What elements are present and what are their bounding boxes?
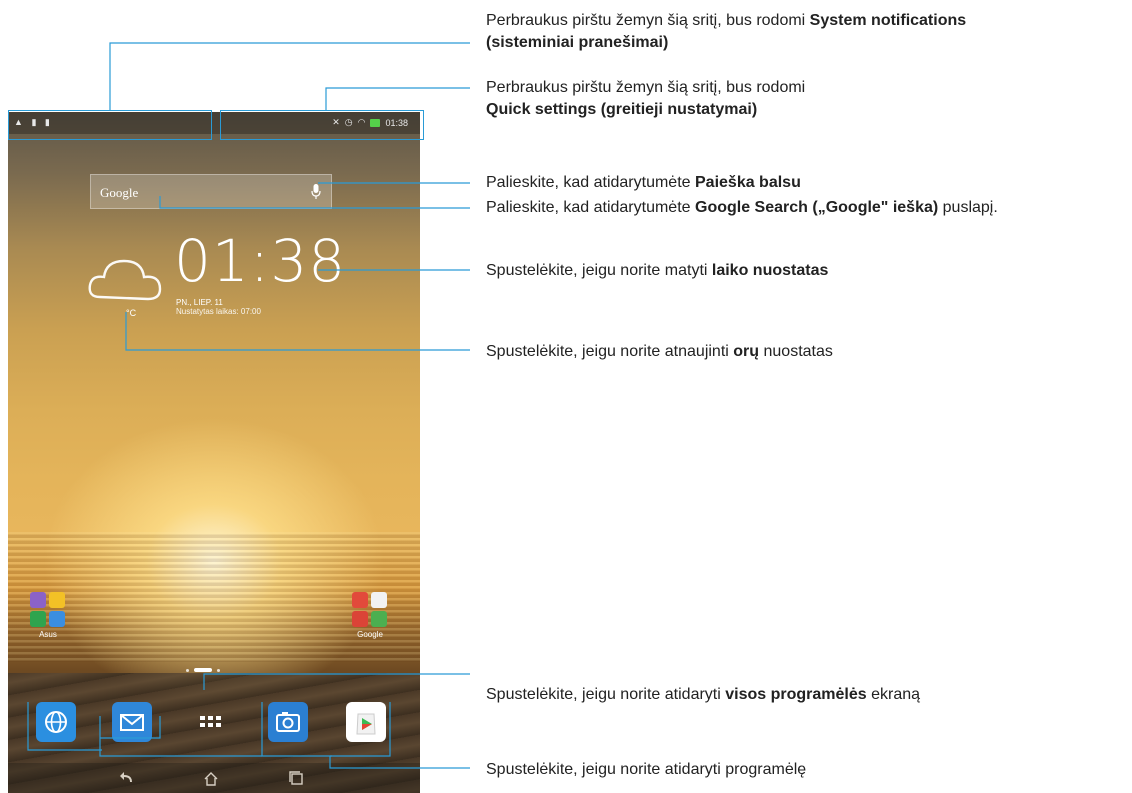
all-apps-note: Spustelėkite, jeigu norite atidaryti vis…: [486, 684, 920, 706]
all-apps-button[interactable]: [190, 702, 230, 742]
note-bold: System notifications: [809, 12, 967, 29]
google-search-bar[interactable]: Google: [90, 174, 332, 209]
note-text: Spustelėkite, jeigu norite atnaujinti: [486, 343, 734, 360]
note-bold: laiko nuostatas: [711, 262, 829, 279]
app-thumb: [371, 611, 387, 627]
camera-app[interactable]: [268, 702, 308, 742]
quick-settings-note: Perbraukus pirštu žemyn šią sritį, bus r…: [486, 77, 805, 121]
globe-icon: [45, 711, 67, 733]
clock-time[interactable]: 01:38: [174, 232, 346, 290]
app-thumb: [49, 592, 65, 608]
open-app-note: Spustelėkite, jeigu norite atidaryti pro…: [486, 759, 806, 781]
note-text: nuostatas: [759, 343, 833, 360]
app-thumb: [352, 592, 368, 608]
note-bold: visos programėlės: [725, 686, 867, 703]
play-store-icon: [356, 713, 376, 735]
app-dock: [30, 702, 390, 748]
home-icon[interactable]: [202, 770, 220, 786]
quick-settings-area-highlight: [220, 110, 424, 140]
app-thumb: [49, 611, 65, 627]
app-thumb: [30, 611, 46, 627]
folder-label: Google: [357, 630, 383, 639]
time-settings-note: Spustelėkite, jeigu norite matyti laiko …: [486, 260, 828, 282]
clock-date: PN., LIEP. 11: [176, 298, 223, 307]
note-text: Palieskite, kad atidarytumėte: [486, 174, 695, 191]
recent-apps-icon[interactable]: [288, 770, 306, 786]
app-thumb: [30, 592, 46, 608]
envelope-icon: [120, 714, 144, 731]
note-text: Spustelėkite, jeigu norite atidaryti: [486, 686, 726, 703]
back-icon[interactable]: [118, 770, 136, 786]
note-text: Palieskite, kad atidarytumėte: [486, 199, 695, 216]
system-notifications-note: Perbraukus pirštu žemyn šią sritį, bus r…: [486, 10, 966, 54]
note-bold: Google Search („Google" ieška): [695, 199, 939, 216]
home-screen: ▲ ▮ ▮ ✕ ◷ ◠ 01:38 Google °C 01:38 PN., L…: [8, 112, 420, 793]
cloud-icon[interactable]: [86, 247, 166, 317]
note-text: puslapį.: [938, 199, 998, 216]
folder-label: Asus: [39, 630, 57, 639]
camera-icon: [276, 712, 300, 732]
clock-alarm: Nustatytas laikas: 07:00: [176, 307, 261, 316]
play-store-app[interactable]: [346, 702, 386, 742]
navigation-bar: [8, 763, 420, 793]
note-bold: orų: [733, 343, 760, 360]
temperature-unit: °C: [126, 308, 137, 318]
note-text: ekraną: [866, 686, 921, 703]
app-thumb: [352, 611, 368, 627]
apps-grid-icon: [200, 716, 221, 727]
microphone-icon[interactable]: [311, 184, 321, 200]
page-indicator: [186, 668, 220, 672]
voice-search-note: Palieskite, kad atidarytumėte Paieška ba…: [486, 172, 801, 194]
notifications-area-highlight: [8, 110, 212, 140]
google-search-note: Palieskite, kad atidarytumėte Google Sea…: [486, 197, 998, 219]
email-app[interactable]: [112, 702, 152, 742]
note-text: Spustelėkite, jeigu norite atidaryti pro…: [486, 761, 807, 778]
folder-asus[interactable]: Asus: [30, 592, 70, 639]
app-thumb: [371, 592, 387, 608]
note-text: Spustelėkite, jeigu norite matyti: [486, 262, 712, 279]
weather-update-note: Spustelėkite, jeigu norite atnaujinti or…: [486, 341, 833, 363]
note-text: Perbraukus pirštu žemyn šią sritį, bus r…: [486, 79, 806, 96]
google-label: Google: [100, 185, 139, 200]
browser-app[interactable]: [36, 702, 76, 742]
note-bold: Quick settings (greitieji nustatymai): [486, 101, 758, 118]
note-bold: (sisteminiai pranešimai): [486, 34, 669, 51]
folder-google[interactable]: Google: [352, 592, 392, 639]
note-text: Perbraukus pirštu žemyn šią sritį, bus r…: [486, 12, 810, 29]
note-bold: Paieška balsu: [695, 174, 801, 191]
